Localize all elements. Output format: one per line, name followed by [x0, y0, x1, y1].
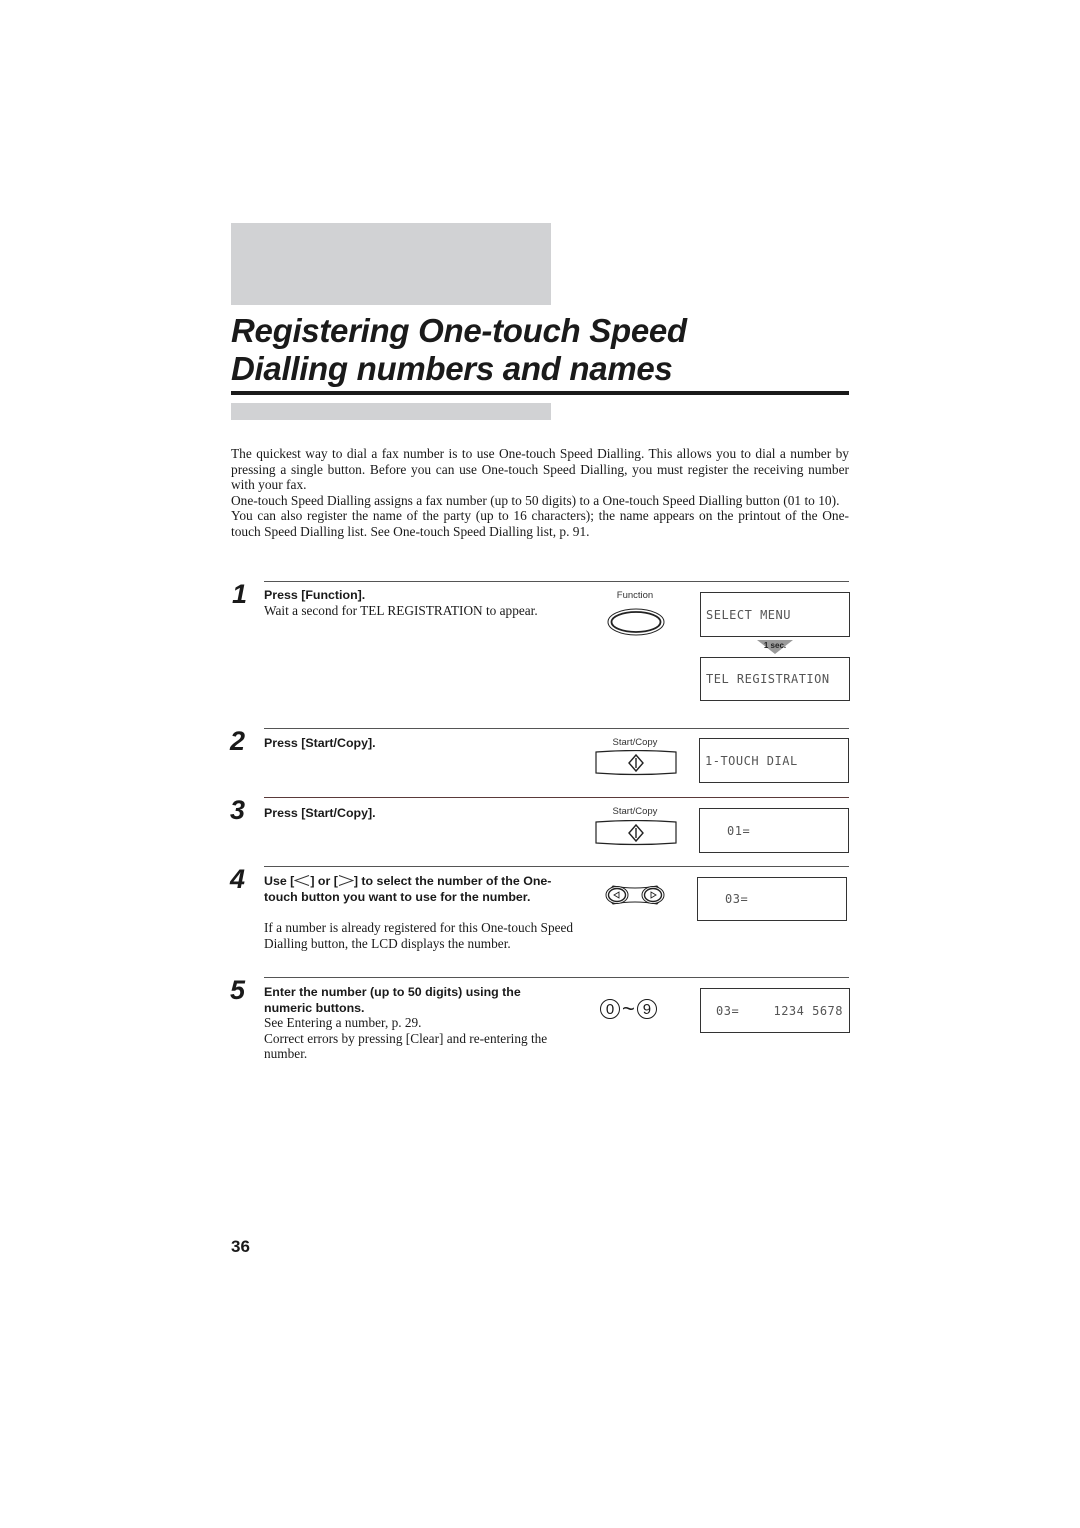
- subheader-decor-block: [231, 403, 551, 420]
- start-copy-button-label: Start/Copy: [612, 806, 658, 817]
- step-heading: Use [] or [] to select the number of the…: [264, 874, 552, 904]
- step-divider: [264, 728, 849, 729]
- step-number: 4: [230, 864, 246, 894]
- step-number: 3: [230, 795, 246, 825]
- function-button-label: Function: [616, 590, 654, 601]
- lcd-display: 03= 1234 5678: [700, 988, 850, 1033]
- step-description: If a number is already registered for th…: [264, 920, 574, 951]
- oval-function-button-icon: [607, 608, 665, 636]
- lcd-display: 1-TOUCH DIAL: [699, 738, 849, 783]
- lcd-display: 01=: [699, 808, 849, 853]
- function-button[interactable]: [606, 607, 666, 637]
- page-title-line-2: Dialling numbers and names: [231, 350, 673, 387]
- step-description: Wait a second for TEL REGISTRATION to ap…: [264, 603, 538, 618]
- intro-paragraph: One-touch Speed Dialling assigns a fax n…: [231, 492, 840, 508]
- intro-paragraph: The quickest way to dial a fax number is…: [231, 446, 849, 493]
- lcd-text: SELECT MENU: [706, 607, 791, 622]
- start-copy-diamond-icon: [595, 749, 677, 776]
- transition-label: 1 sec.: [763, 641, 787, 650]
- start-copy-button[interactable]: [594, 819, 678, 846]
- lcd-display: SELECT MENU: [700, 592, 850, 637]
- page-title-line-1: Registering One-touch Speed: [231, 312, 687, 349]
- right-arrow-icon: [338, 875, 355, 886]
- start-copy-button-label: Start/Copy: [612, 737, 658, 748]
- start-copy-button[interactable]: [594, 749, 678, 776]
- step-description-line: See Entering a number, p. 29.: [264, 1015, 422, 1030]
- numeric-key-0[interactable]: 0: [600, 999, 620, 1019]
- step-number: 1: [232, 579, 248, 609]
- numeric-key-9[interactable]: 9: [636, 999, 657, 1019]
- step-heading: Enter the number (up to 50 digits) using…: [264, 985, 521, 1015]
- page-number: 36: [231, 1237, 250, 1256]
- lcd-text-number: 1234 5678: [773, 1003, 843, 1018]
- step-description: See Entering a number, p. 29. Correct er…: [264, 1015, 564, 1062]
- step-divider: [264, 797, 849, 798]
- step-divider: [264, 866, 849, 867]
- lcd-display: 03=: [697, 877, 847, 921]
- lcd-text: 01=: [727, 823, 751, 838]
- lcd-text-slot: 03=: [716, 1003, 740, 1018]
- intro-paragraph: You can also register the name of the pa…: [231, 508, 849, 539]
- lcd-display: TEL REGISTRATION: [700, 657, 850, 701]
- intro-text: The quickest way to dial a fax number is…: [231, 446, 849, 540]
- step-description-line: Correct errors by pressing [Clear] and r…: [264, 1030, 548, 1062]
- range-tilde: ~: [622, 996, 635, 1021]
- step-heading: Press [Start/Copy].: [264, 806, 376, 820]
- step-number: 2: [230, 726, 246, 756]
- lcd-text: 1-TOUCH DIAL: [705, 753, 798, 768]
- page-title: Registering One-touch Speed Dialling num…: [231, 312, 871, 388]
- step-number: 5: [230, 975, 246, 1005]
- lcd-text: TEL REGISTRATION: [706, 672, 830, 686]
- left-right-arrow-buttons[interactable]: [603, 884, 667, 906]
- header-decor-block: [231, 223, 551, 305]
- step-divider: [264, 581, 849, 582]
- title-rule: [231, 391, 849, 395]
- step-heading: Press [Start/Copy].: [264, 736, 376, 750]
- left-right-arrow-buttons-icon: [605, 885, 665, 905]
- lcd-text: 03=: [725, 892, 749, 906]
- numeric-keys[interactable]: 0 ~ 9: [600, 996, 657, 1021]
- step-heading: Press [Function].: [264, 588, 366, 602]
- start-copy-diamond-icon: [595, 819, 677, 846]
- left-arrow-icon: [293, 875, 310, 886]
- step-divider: [264, 977, 849, 978]
